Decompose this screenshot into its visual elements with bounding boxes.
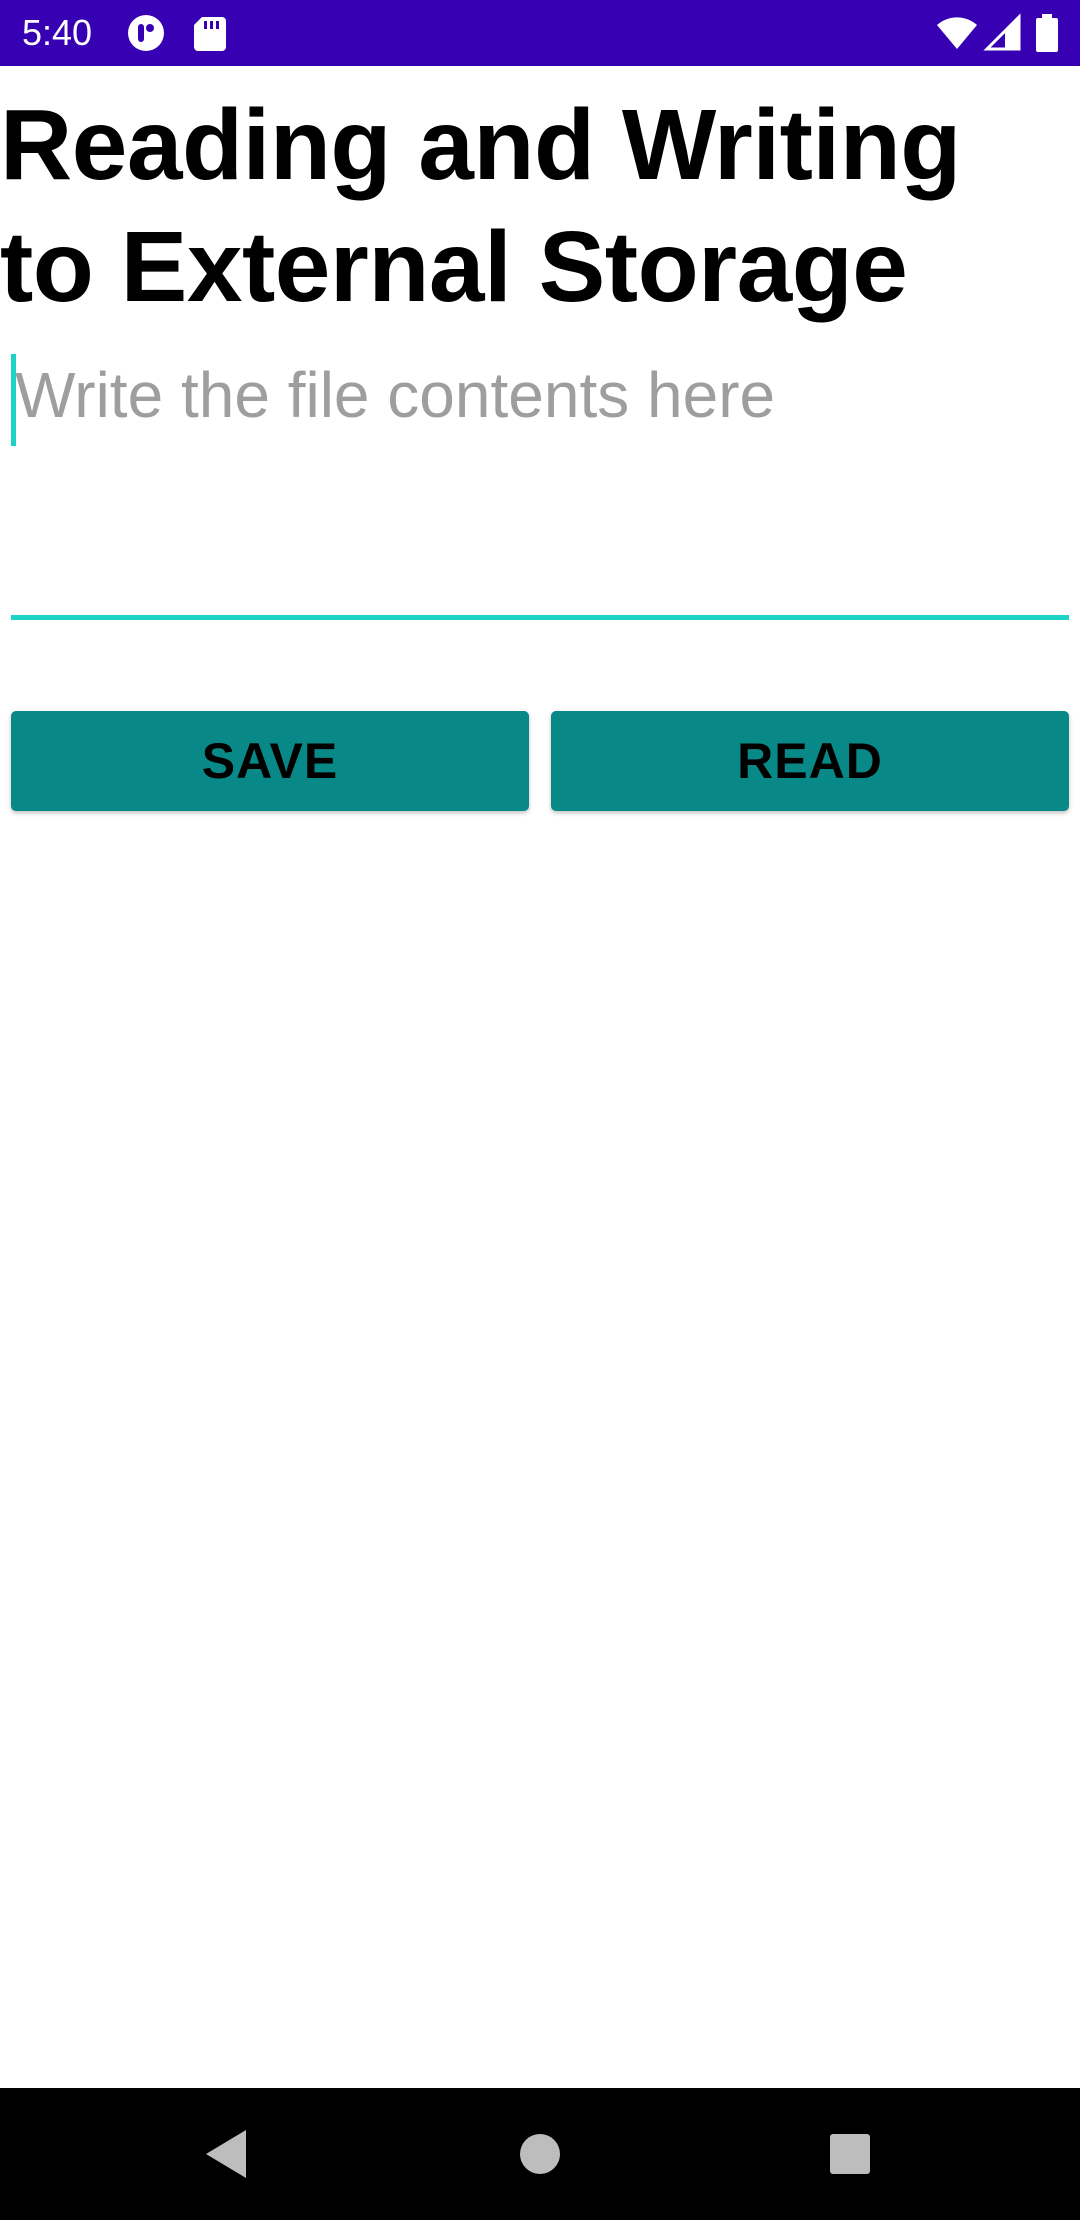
file-contents-input[interactable]	[11, 350, 1069, 616]
input-underline	[11, 615, 1069, 620]
save-button[interactable]: SAVE	[11, 711, 529, 811]
podcast-app-icon	[126, 13, 166, 53]
text-cursor	[11, 354, 16, 446]
recents-icon[interactable]	[818, 2122, 882, 2186]
status-time: 5:40	[22, 12, 93, 53]
status-bar: 5:40	[0, 0, 1080, 66]
navigation-bar	[0, 2088, 1080, 2220]
wifi-icon	[935, 13, 979, 53]
sd-card-icon	[190, 13, 230, 53]
back-icon[interactable]	[196, 2122, 260, 2186]
file-contents-field[interactable]	[11, 350, 1069, 620]
home-icon[interactable]	[508, 2122, 572, 2186]
read-button[interactable]: READ	[551, 711, 1069, 811]
app-screen: 5:40 Reading and Writing to External Sto…	[0, 0, 1080, 2220]
signal-icon	[983, 13, 1023, 53]
battery-icon	[1034, 13, 1060, 53]
page-title: Reading and Writing to External Storage	[0, 89, 961, 323]
